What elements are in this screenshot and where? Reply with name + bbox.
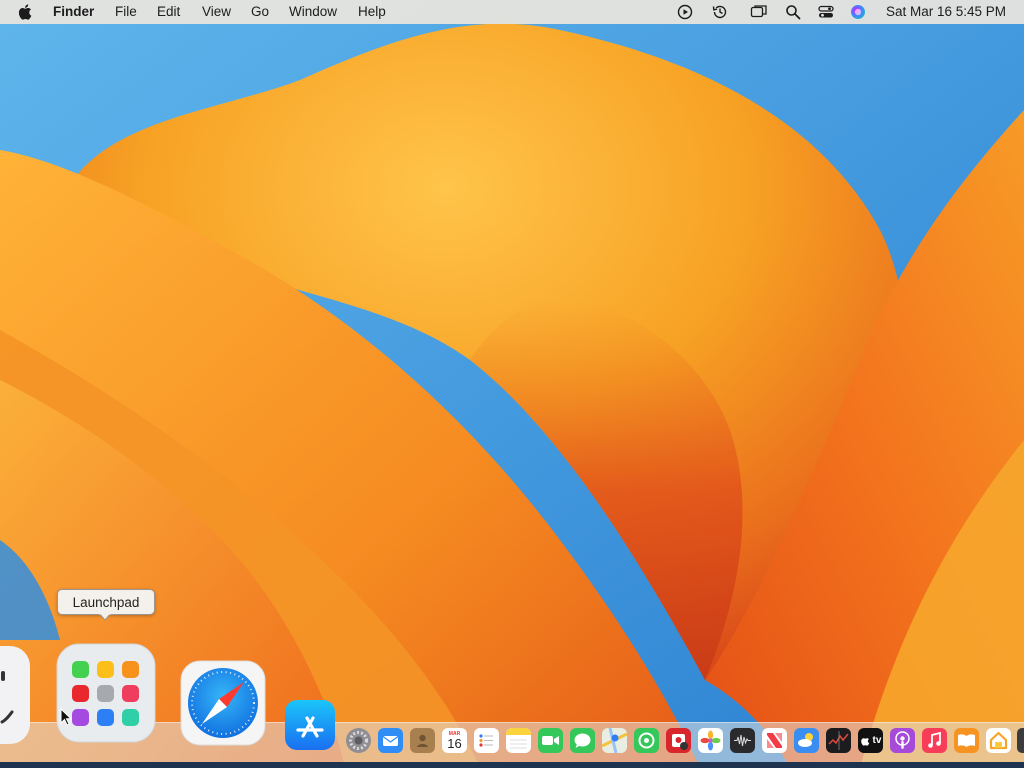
dock-photos-icon[interactable] bbox=[698, 728, 723, 753]
control-center-icon[interactable] bbox=[817, 3, 835, 21]
tooltip-arrow bbox=[99, 613, 111, 621]
menubar-clock[interactable]: Sat Mar 16 5:45 PM bbox=[886, 4, 1006, 20]
dock-system-settings-icon[interactable] bbox=[346, 728, 371, 753]
dock-notes-icon[interactable] bbox=[506, 728, 531, 753]
menu-app-finder[interactable]: Finder bbox=[53, 4, 94, 20]
dock-overflow-icon[interactable] bbox=[1017, 728, 1024, 753]
dock-podcasts-icon[interactable] bbox=[890, 728, 915, 753]
menu-go[interactable]: Go bbox=[251, 4, 269, 20]
tv-label: tv bbox=[872, 735, 882, 746]
siri-icon[interactable] bbox=[849, 3, 867, 21]
dock-messages-icon[interactable] bbox=[570, 728, 595, 753]
dock-facetime-icon[interactable] bbox=[538, 728, 563, 753]
dock-mail-icon[interactable] bbox=[378, 728, 403, 753]
dock-weather-icon[interactable] bbox=[794, 728, 819, 753]
apple-logo-icon[interactable] bbox=[17, 3, 35, 21]
dock-news-icon[interactable] bbox=[762, 728, 787, 753]
dock-contacts-icon[interactable] bbox=[410, 728, 435, 753]
dock-books-icon[interactable] bbox=[954, 728, 979, 753]
menu-view[interactable]: View bbox=[202, 4, 231, 20]
dock-find-my-icon[interactable] bbox=[634, 728, 659, 753]
dock-music-icon[interactable] bbox=[922, 728, 947, 753]
time-machine-icon[interactable] bbox=[711, 3, 729, 21]
dock-app-store-icon[interactable] bbox=[284, 699, 336, 751]
menu-bar: Finder File Edit View Go Window Help Sat… bbox=[0, 0, 1024, 24]
dock-stocks-icon[interactable] bbox=[826, 728, 851, 753]
menu-window[interactable]: Window bbox=[289, 4, 337, 20]
dock-tv-icon[interactable]: tv bbox=[858, 728, 883, 753]
dock-home-icon[interactable] bbox=[986, 728, 1011, 753]
dock-reminders-icon[interactable] bbox=[474, 728, 499, 753]
bottom-strip bbox=[0, 762, 1024, 768]
dock-photo-booth-icon[interactable] bbox=[666, 728, 691, 753]
dock-tooltip: Launchpad bbox=[57, 589, 155, 615]
menu-file[interactable]: File bbox=[115, 4, 137, 20]
dock-safari-icon[interactable] bbox=[180, 660, 266, 746]
screen-mirroring-icon[interactable] bbox=[750, 3, 768, 21]
menu-help[interactable]: Help bbox=[358, 4, 386, 20]
dock-launchpad-icon[interactable] bbox=[55, 642, 157, 744]
dock-voice-memos-icon[interactable] bbox=[730, 728, 755, 753]
dock-maps-icon[interactable] bbox=[602, 728, 627, 753]
play-circle-icon[interactable] bbox=[676, 3, 694, 21]
dock-calendar-icon[interactable]: MAR 16 bbox=[442, 728, 467, 753]
dock-finder-icon[interactable] bbox=[0, 646, 30, 744]
mouse-cursor-icon bbox=[60, 708, 72, 726]
menu-edit[interactable]: Edit bbox=[157, 4, 180, 20]
spotlight-search-icon[interactable] bbox=[784, 3, 802, 21]
calendar-day: 16 bbox=[447, 735, 462, 751]
